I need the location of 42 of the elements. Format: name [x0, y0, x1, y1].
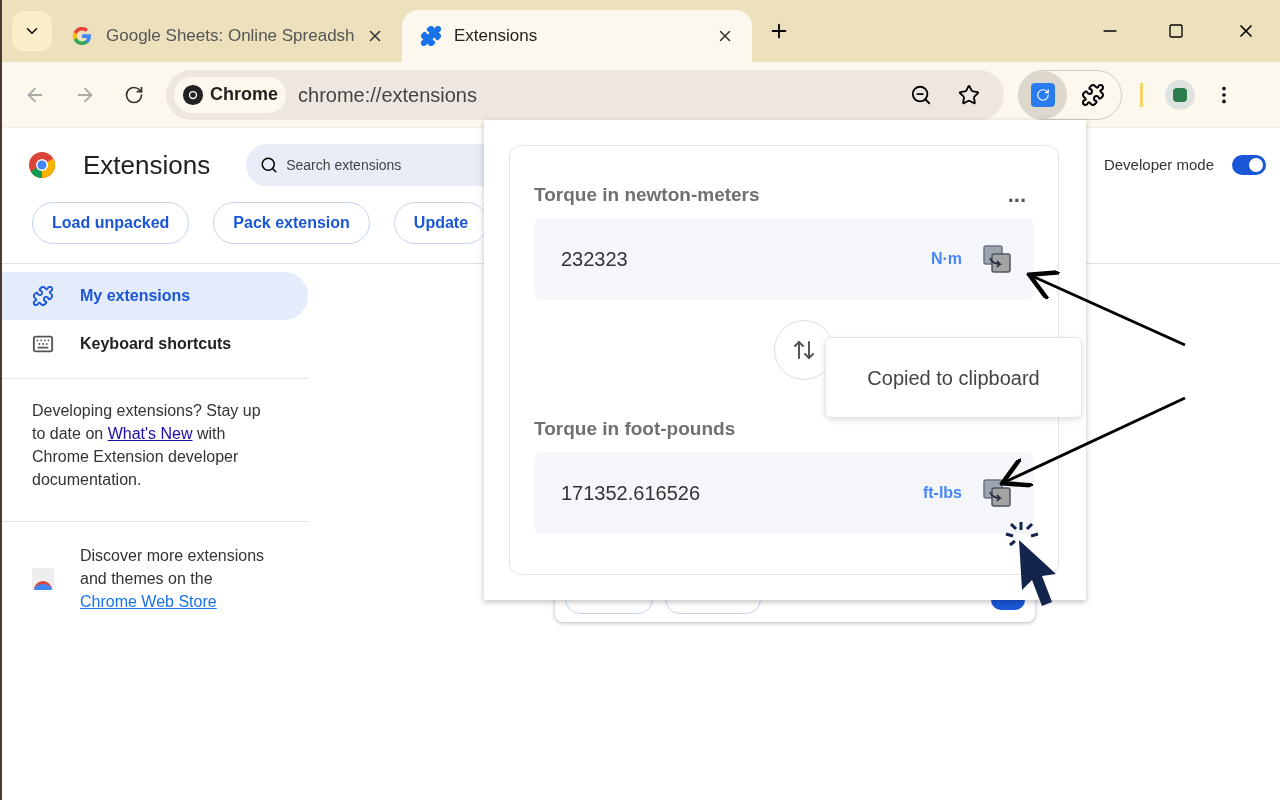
- converter-extension-icon[interactable]: [1019, 70, 1067, 119]
- copied-tooltip: Copied to clipboard: [825, 337, 1082, 418]
- keyboard-icon: [32, 333, 54, 355]
- whats-new-link[interactable]: What's New: [107, 425, 193, 442]
- store-paragraph: Discover more extensions and themes on the Chrome Web Store: [80, 546, 266, 612]
- maximize-icon[interactable]: [1168, 23, 1184, 39]
- more-button[interactable]: ...: [1007, 184, 1026, 206]
- value-field[interactable]: 171352.616526 ft-lbs: [534, 452, 1034, 534]
- zoom-out-icon[interactable]: [910, 83, 932, 106]
- puzzle-icon: [420, 25, 442, 47]
- search-icon: [260, 156, 279, 174]
- extensions-icon[interactable]: [1081, 82, 1105, 107]
- web-store-icon: [32, 567, 54, 590]
- puzzle-icon: [32, 285, 54, 307]
- browser-tab[interactable]: Google Sheets: Online Spreadsh: [52, 10, 402, 62]
- web-store-link[interactable]: Chrome Web Store: [80, 593, 217, 610]
- browser-tab[interactable]: Extensions: [402, 10, 752, 62]
- unit-label: N·m: [930, 249, 962, 269]
- info-paragraph: Developing extensions? Stay up to date on What's New with Chrome Extension developer documentation.: [32, 401, 262, 490]
- tab-title: Extensions: [454, 25, 539, 48]
- value-field[interactable]: 232323 N·m: [534, 218, 1034, 300]
- sidebar-item[interactable]: Keyboard shortcuts: [2, 320, 308, 368]
- bookmark-star-icon[interactable]: [958, 83, 980, 106]
- chrome-logo-icon: [28, 151, 56, 179]
- tab-title: Google Sheets: Online Spreadsh: [106, 25, 354, 48]
- page-title: Extensions: [83, 148, 211, 182]
- sidebar-item[interactable]: My extensions: [2, 272, 308, 320]
- chrome-logo-icon: [182, 83, 204, 106]
- unit-label: ft-lbs: [922, 483, 962, 503]
- developer-mode-label: Developer mode: [1103, 154, 1214, 175]
- reload-icon[interactable]: [124, 84, 144, 105]
- address-bar[interactable]: Chrome chrome://extensions: [166, 69, 1004, 120]
- google-logo-icon: [70, 24, 94, 48]
- click-cursor-icon: [1004, 520, 1056, 606]
- site-chip[interactable]: Chrome: [174, 76, 286, 113]
- url-text: chrome://extensions: [298, 82, 478, 108]
- field-label: Torque in foot-pounds: [534, 416, 736, 441]
- developer-mode-toggle[interactable]: [1232, 155, 1266, 175]
- swap-icon: [792, 338, 816, 362]
- profile-avatar[interactable]: [1165, 79, 1195, 110]
- copy-icon[interactable]: [982, 478, 1012, 508]
- copy-icon[interactable]: [982, 244, 1012, 274]
